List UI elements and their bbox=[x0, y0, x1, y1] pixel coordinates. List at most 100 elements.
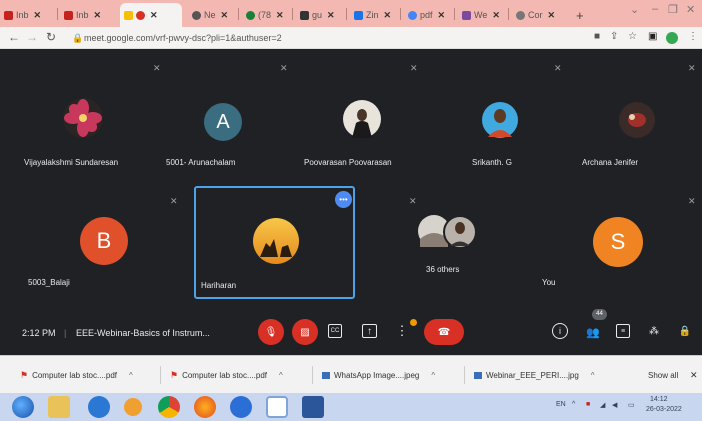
camera-icon[interactable]: ■ bbox=[594, 31, 600, 42]
close-downloads-button[interactable]: ✕ bbox=[690, 367, 698, 383]
bookmark-star-icon[interactable]: ☆ bbox=[628, 31, 637, 42]
others-avatars bbox=[418, 215, 477, 249]
globe-icon bbox=[192, 10, 201, 20]
file-explorer-icon[interactable] bbox=[48, 396, 70, 418]
participant-name: You bbox=[542, 278, 556, 287]
tray-app-icon[interactable]: ■ bbox=[586, 401, 590, 408]
url-field[interactable]: 🔒 meet.google.com/vrf-pwvy-dsc?pli=1&aut… bbox=[70, 30, 590, 46]
tab-label: We bbox=[474, 10, 488, 20]
mic-muted-icon: ✕ bbox=[409, 196, 417, 206]
others-count[interactable]: 36 others bbox=[426, 265, 459, 274]
close-window-icon[interactable]: ✕ bbox=[686, 3, 695, 16]
tab-meet-active[interactable]: ✕ bbox=[120, 3, 182, 27]
tab-label: Ne bbox=[204, 10, 216, 20]
chrome-active-icon[interactable] bbox=[266, 396, 288, 418]
tab-3[interactable]: Ne ✕ bbox=[188, 4, 236, 26]
mic-toggle-button[interactable]: 🎙 bbox=[258, 319, 284, 345]
new-tab-button[interactable]: + bbox=[572, 4, 588, 26]
forward-icon[interactable]: → bbox=[26, 30, 38, 44]
close-icon[interactable]: ✕ bbox=[94, 10, 102, 21]
close-icon[interactable]: ✕ bbox=[438, 10, 446, 21]
mic-muted-icon: ✕ bbox=[153, 63, 161, 73]
internet-explorer-icon[interactable] bbox=[88, 396, 110, 418]
close-icon[interactable]: ✕ bbox=[34, 10, 42, 21]
minimize-icon[interactable]: – bbox=[652, 3, 658, 15]
downloads-bar: ⚑ Computer lab stoc....pdf ^ ⚑ Computer … bbox=[0, 355, 702, 393]
tray-chevron-icon[interactable]: ^ bbox=[572, 401, 575, 408]
battery-icon[interactable]: ▭ bbox=[628, 401, 635, 409]
close-icon[interactable]: ✕ bbox=[221, 10, 229, 21]
whatsapp-icon bbox=[246, 10, 255, 20]
more-options-button[interactable]: ••• bbox=[335, 191, 352, 208]
meeting-details-button[interactable]: i bbox=[552, 323, 568, 339]
network-icon[interactable]: ◢ bbox=[600, 401, 605, 409]
chevron-up-icon[interactable]: ^ bbox=[279, 371, 283, 380]
tab-5[interactable]: gu ✕ bbox=[296, 4, 344, 26]
tab-icon[interactable]: ▣ bbox=[648, 31, 657, 42]
tab-7[interactable]: pdf ✕ bbox=[404, 4, 452, 26]
back-icon[interactable]: ← bbox=[8, 30, 20, 44]
close-icon[interactable]: ✕ bbox=[276, 10, 284, 21]
present-button[interactable]: ↑ bbox=[362, 324, 377, 338]
language-indicator[interactable]: EN bbox=[556, 401, 566, 408]
image-icon bbox=[322, 371, 330, 379]
download-item[interactable]: WhatsApp Image....jpeg ^ bbox=[322, 367, 435, 383]
chevron-up-icon[interactable]: ^ bbox=[129, 371, 133, 380]
avatar-letter: S bbox=[610, 229, 626, 254]
tab-9[interactable]: Cor ✕ bbox=[512, 4, 560, 26]
start-button-icon[interactable] bbox=[12, 396, 34, 418]
reload-icon[interactable]: ↻ bbox=[46, 30, 56, 44]
chat-button[interactable]: ≡ bbox=[616, 324, 630, 338]
mic-off-icon: 🎙 bbox=[264, 326, 278, 338]
download-label: Computer lab stoc....pdf bbox=[32, 370, 118, 380]
share-icon[interactable]: ⇪ bbox=[610, 31, 618, 42]
activities-button[interactable]: ⁂ bbox=[646, 323, 662, 339]
meeting-title: EEE-Webinar-Basics of Instrum... bbox=[76, 328, 210, 338]
tab-label: pdf bbox=[420, 10, 433, 20]
download-item[interactable]: Webinar_EEE_PERI....jpg ^ bbox=[474, 367, 595, 383]
volume-icon[interactable]: ◀ bbox=[612, 401, 617, 409]
chevron-up-icon[interactable]: ^ bbox=[431, 371, 435, 380]
meet-control-bar: 2:12 PM | EEE-Webinar-Basics of Instrum.… bbox=[0, 309, 702, 355]
end-call-button[interactable]: ☎ bbox=[424, 319, 464, 345]
camera-off-icon: ▨ bbox=[300, 326, 310, 338]
close-icon[interactable]: ✕ bbox=[150, 10, 158, 21]
captions-button[interactable]: CC bbox=[328, 324, 342, 338]
chrome-icon[interactable] bbox=[158, 396, 180, 418]
tab-1[interactable]: Inb ✕ bbox=[60, 4, 115, 26]
tab-4[interactable]: (78 ✕ bbox=[242, 4, 290, 26]
restore-icon[interactable]: ❐ bbox=[668, 3, 678, 16]
tab-6[interactable]: Zin ✕ bbox=[350, 4, 398, 26]
camera-toggle-button[interactable]: ▨ bbox=[292, 319, 318, 345]
host-controls-button[interactable]: 🔒 bbox=[678, 323, 692, 339]
mic-muted-icon: ✕ bbox=[688, 196, 696, 206]
clock-date: 26-03-2022 bbox=[646, 406, 682, 413]
participant-name: Poovarasan Poovarasan bbox=[304, 158, 392, 167]
download-item[interactable]: ⚑ Computer lab stoc....pdf ^ bbox=[170, 367, 283, 383]
close-icon[interactable]: ✕ bbox=[327, 10, 335, 21]
download-item[interactable]: ⚑ Computer lab stoc....pdf ^ bbox=[20, 367, 133, 383]
photo-avatar bbox=[619, 102, 655, 138]
firefox-icon[interactable] bbox=[194, 396, 216, 418]
tab-search-chevron-icon[interactable]: ⌄ bbox=[630, 3, 639, 16]
close-icon[interactable]: ✕ bbox=[548, 10, 556, 21]
activities-icon: ⁂ bbox=[649, 325, 659, 337]
flower-avatar bbox=[63, 98, 103, 138]
chevron-up-icon[interactable]: ^ bbox=[591, 371, 595, 380]
menu-kebab-icon[interactable]: ⋮ bbox=[688, 31, 698, 42]
tab-0[interactable]: Inb ✕ bbox=[0, 4, 55, 26]
word-icon[interactable] bbox=[302, 396, 324, 418]
people-button[interactable]: 👥 bbox=[584, 323, 602, 341]
close-icon[interactable]: ✕ bbox=[492, 10, 500, 21]
media-player-icon[interactable] bbox=[124, 398, 142, 416]
close-icon[interactable]: ✕ bbox=[384, 10, 392, 21]
lock-icon: 🔒 bbox=[72, 33, 84, 43]
meeting-time: 2:12 PM bbox=[22, 328, 56, 338]
participant-name: Vijayalakshmi Sundaresan bbox=[24, 158, 119, 167]
more-options-button[interactable]: ⋮ bbox=[396, 321, 409, 341]
avatar-letter: A bbox=[216, 110, 230, 133]
profile-avatar[interactable] bbox=[666, 32, 678, 44]
tab-8[interactable]: We ✕ bbox=[458, 4, 506, 26]
show-all-button[interactable]: Show all bbox=[648, 367, 678, 383]
edge-icon[interactable] bbox=[230, 396, 252, 418]
